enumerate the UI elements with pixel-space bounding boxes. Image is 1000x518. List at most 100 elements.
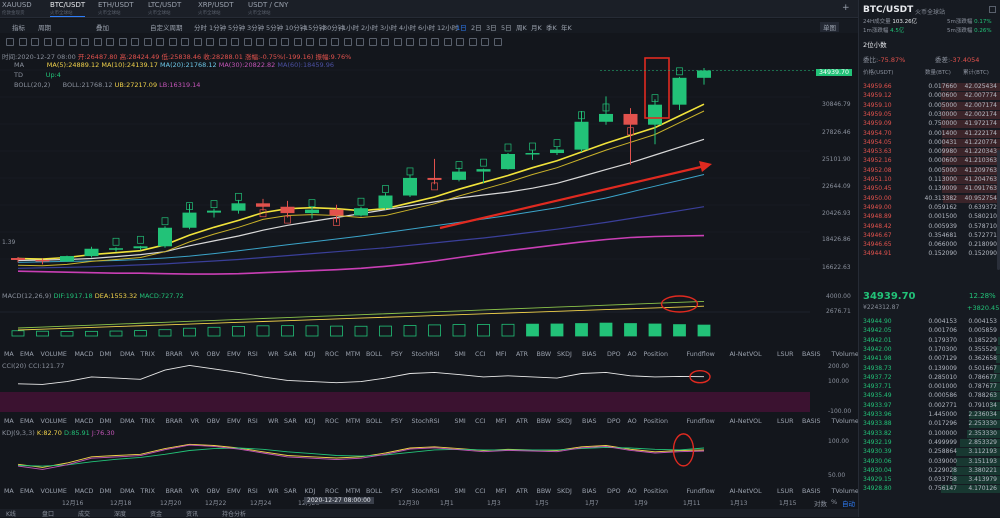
draw-tool-icon[interactable] [343,38,352,46]
indicator-tab-kdj[interactable]: KDJ [305,488,316,495]
draw-tool-icon[interactable] [418,38,427,46]
indicator-tab-dpo[interactable]: DPO [607,488,621,495]
bid-row[interactable]: 34930.04 0.229028 3.380221 [859,466,1000,476]
indicator-tab-skdj[interactable]: SKDJ [557,418,572,425]
indicator-tab-ema[interactable]: EMA [20,488,34,495]
indicator-tab-tvolume[interactable]: TVolume [832,488,859,495]
timeframe-15[interactable]: 2日 [471,22,482,32]
bid-row[interactable]: 34930.39 0.258864 3.112193 [859,448,1000,457]
draw-tool-icon[interactable] [468,38,477,46]
draw-tool-icon[interactable] [256,38,264,46]
indicator-tab-atr[interactable]: ATR [516,351,528,358]
indicator-tab-boll[interactable]: BOLL [366,418,382,425]
indicator-tab-dpo[interactable]: DPO [607,418,621,425]
indicator-tab-sar[interactable]: SAR [284,351,297,358]
timeframe-4[interactable]: 5分钟 [266,22,283,32]
bid-row[interactable]: 34935.49 0.000586 0.788263 [859,392,1000,401]
indicator-tab-bias[interactable]: BIAS [582,418,596,425]
draw-tool-icon[interactable] [106,38,114,46]
depth-select[interactable]: 2位小数 [863,39,887,49]
timeframe-20[interactable]: 季K [546,22,557,32]
indicator-tab-psy[interactable]: PSY [391,351,403,358]
indicator-tab-psy[interactable]: PSY [391,418,403,425]
indicator-tab-smi[interactable]: SMI [455,418,466,425]
draw-tool-icon[interactable] [43,38,52,46]
timeframe-19[interactable]: 月K [531,22,542,32]
indicator-tab-obv[interactable]: OBV [207,488,220,495]
indicator-tab-ao[interactable]: AO [628,351,637,358]
ask-row[interactable]: 34952.08 0.005000 41.209763 [859,166,1000,176]
ask-row[interactable]: 34948.42 0.005939 0.578710 [859,223,1000,232]
ask-row[interactable]: 34954.05 0.000431 41.220774 [859,138,1000,148]
bid-row[interactable]: 34937.71 0.001000 0.787677 [859,383,1000,392]
indicator-tab-stochrsi[interactable]: StochRSI [412,488,440,495]
ask-row[interactable]: 34949.00 0.059162 0.639372 [859,204,1000,213]
indicator-tab-bbw[interactable]: BBW [537,418,552,425]
indicator-tab-roc[interactable]: ROC [325,351,339,358]
indicator-tab-mtm[interactable]: MTM [346,418,361,425]
bid-row[interactable]: 34933.97 0.002771 0.791034 [859,401,1000,411]
draw-tool-icon[interactable] [481,38,489,46]
indicator-tab-dmi[interactable]: DMI [100,418,112,425]
pair-tab[interactable]: XAUUSD 伦敦金现货 [2,1,32,17]
indicator-tab-basis[interactable]: BASIS [802,488,820,495]
ask-row[interactable]: 34959.09 0.750000 41.972174 [859,120,1000,129]
indicator-tab-ai-netvol[interactable]: AI-NetVOL [730,418,762,425]
draw-tool-icon[interactable] [231,38,239,46]
overlay-button[interactable]: 叠加 [96,22,109,32]
indicator-tab-basis[interactable]: BASIS [802,418,820,425]
draw-tool-icon[interactable] [381,38,389,46]
bid-row[interactable]: 34942.01 0.179370 0.185229 [859,336,1000,346]
draw-tool-icon[interactable] [168,38,177,46]
timeframe-3[interactable]: 3分钟 [247,22,264,32]
indicator-tab-ema[interactable]: EMA [20,418,34,425]
draw-tool-icon[interactable] [493,38,502,46]
indicator-tab-roc[interactable]: ROC [325,418,339,425]
indicator-tab-obv[interactable]: OBV [207,351,220,358]
indicator-tab-brar[interactable]: BRAR [166,418,183,425]
indicator-tab-position[interactable]: Position [644,351,669,358]
indicator-tab-rsi[interactable]: RSI [248,418,258,425]
indicator-tab-volume[interactable]: VOLUME [41,351,67,358]
log-scale-toggle[interactable]: 对数 [814,498,827,508]
indicator-tab-position[interactable]: Position [644,418,669,425]
indicator-tab-stochrsi[interactable]: StochRSI [412,351,440,358]
indicator-tab-dma[interactable]: DMA [120,488,135,495]
ask-row[interactable]: 34959.10 0.005000 42.007174 [859,101,1000,111]
candlestick-chart[interactable] [0,50,858,290]
bid-row[interactable]: 34941.98 0.007129 0.362658 [859,355,1000,364]
indicator-tab-bbw[interactable]: BBW [537,351,552,358]
indicator-tab-mfi[interactable]: MFI [496,351,507,358]
indicator-tab-smi[interactable]: SMI [455,488,466,495]
ask-row[interactable]: 34948.89 0.001500 0.580210 [859,213,1000,222]
side-window-icon[interactable] [989,6,996,13]
timeframe-21[interactable]: 年K [561,22,572,32]
indicator-tab-wr[interactable]: WR [268,418,279,425]
auto-scale-toggle[interactable]: 自动 [842,498,855,508]
timeframe-14[interactable]: 1日 [456,22,467,32]
draw-tool-icon[interactable] [443,38,452,46]
indicator-tab-tvolume[interactable]: TVolume [832,418,859,425]
draw-tool-icon[interactable] [81,38,89,46]
indicator-tab-skdj[interactable]: SKDJ [557,351,572,358]
pair-tab[interactable]: BTC/USDT 火币全球站 [50,1,86,17]
indicator-tab-skdj[interactable]: SKDJ [557,488,572,495]
indicator-tab-vr[interactable]: VR [191,351,200,358]
indicator-tab-atr[interactable]: ATR [516,488,528,495]
ask-row[interactable]: 34951.10 0.113000 41.204763 [859,176,1000,185]
indicator-tab-lsur[interactable]: LSUR [777,418,794,425]
draw-tool-icon[interactable] [93,38,102,46]
bid-row[interactable]: 34944.90 0.004153 0.004153 [859,318,1000,327]
draw-tool-icon[interactable] [18,38,27,46]
draw-tool-icon[interactable] [243,38,252,46]
indicator-tab-ao[interactable]: AO [628,488,637,495]
indicator-tab-boll[interactable]: BOLL [366,351,382,358]
indicator-tab-ma[interactable]: MA [4,418,14,425]
timeframe-16[interactable]: 3日 [486,22,497,32]
timeframe-2[interactable]: 5分钟 [228,22,245,32]
timeframe-1[interactable]: 1分钟 [209,22,226,32]
timeframe-18[interactable]: 周K [516,22,527,32]
draw-tool-icon[interactable] [6,38,14,46]
draw-tool-icon[interactable] [218,38,227,46]
ask-row[interactable]: 34959.12 0.000600 42.007774 [859,92,1000,101]
